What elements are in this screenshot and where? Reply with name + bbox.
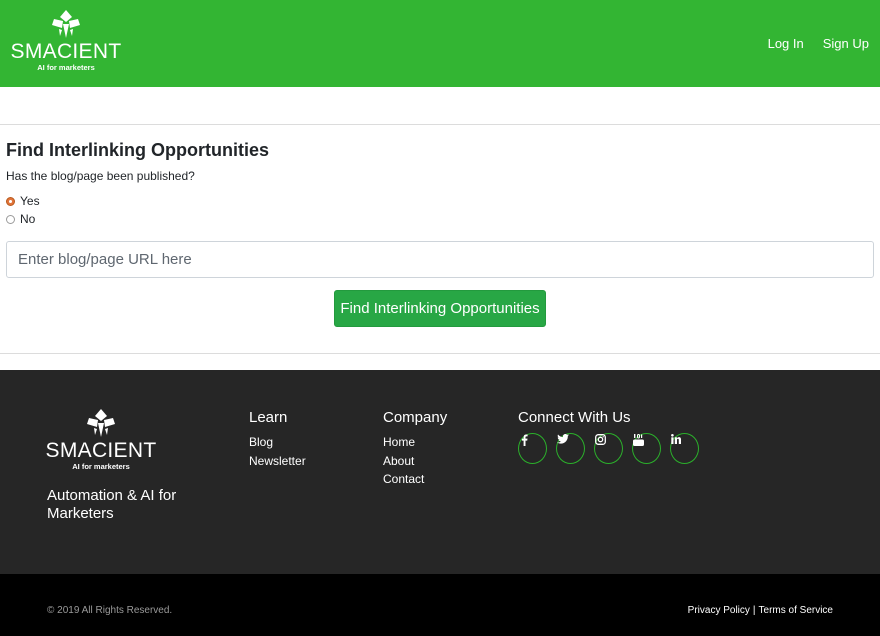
header-nav: Log In Sign Up [768,36,869,51]
signup-link[interactable]: Sign Up [823,36,869,51]
copyright-text: © 2019 All Rights Reserved. [47,605,173,616]
connect-heading: Connect With Us [518,409,631,426]
legal-links: Privacy Policy | Terms of Service [688,605,833,616]
logo-mark-icon [52,10,80,38]
top-header: SMACIENT AI for marketers Log In Sign Up [0,0,880,87]
footer-link-blog[interactable]: Blog [249,433,306,452]
social-links [518,433,699,464]
instagram-icon[interactable] [594,433,623,464]
footer-link-home[interactable]: Home [383,433,447,452]
footer-company-column: Company Home About Contact [383,409,447,489]
footer-logo-tagline: AI for marketers [72,462,130,471]
bottom-bar: © 2019 All Rights Reserved. Privacy Poli… [0,574,880,636]
footer-link-contact[interactable]: Contact [383,470,447,489]
footer-link-about[interactable]: About [383,452,447,471]
radio-no[interactable] [6,214,15,224]
find-opportunities-button[interactable]: Find Interlinking Opportunities [334,290,546,327]
divider-top [0,124,880,125]
company-heading: Company [383,409,448,426]
login-link[interactable]: Log In [768,36,804,51]
radio-no-label: No [20,212,36,226]
radio-yes[interactable] [6,196,15,206]
header-logo[interactable]: SMACIENT AI for marketers [11,10,121,72]
footer-tagline: Automation & AI for Marketers [47,487,177,522]
divider-bottom [0,353,880,354]
logo-mark-icon [87,409,115,437]
url-input[interactable] [6,241,874,278]
footer-connect-column: Connect With Us [518,409,699,464]
facebook-icon[interactable] [518,433,547,464]
footer-logo[interactable]: SMACIENT AI for marketers [46,409,156,471]
linkedin-icon[interactable] [670,433,699,464]
footer-logo-wordmark: SMACIENT [45,439,157,462]
footer-learn-column: Learn Blog Newsletter [249,409,306,470]
twitter-icon[interactable] [556,433,585,464]
radio-yes-label: Yes [20,194,40,208]
radio-option-no[interactable]: No [6,212,35,226]
terms-of-service-link[interactable]: Terms of Service [759,605,833,616]
footer: SMACIENT AI for marketers Automation & A… [0,370,880,574]
radio-option-yes[interactable]: Yes [6,194,40,208]
published-question: Has the blog/page been published? [6,169,195,183]
youtube-icon[interactable] [632,433,661,464]
logo-tagline: AI for marketers [37,63,95,72]
privacy-policy-link[interactable]: Privacy Policy [688,605,750,616]
page-title: Find Interlinking Opportunities [6,140,269,160]
learn-heading: Learn [249,409,288,426]
footer-link-newsletter[interactable]: Newsletter [249,452,306,471]
logo-wordmark: SMACIENT [10,40,122,63]
legal-separator: | [752,605,756,616]
